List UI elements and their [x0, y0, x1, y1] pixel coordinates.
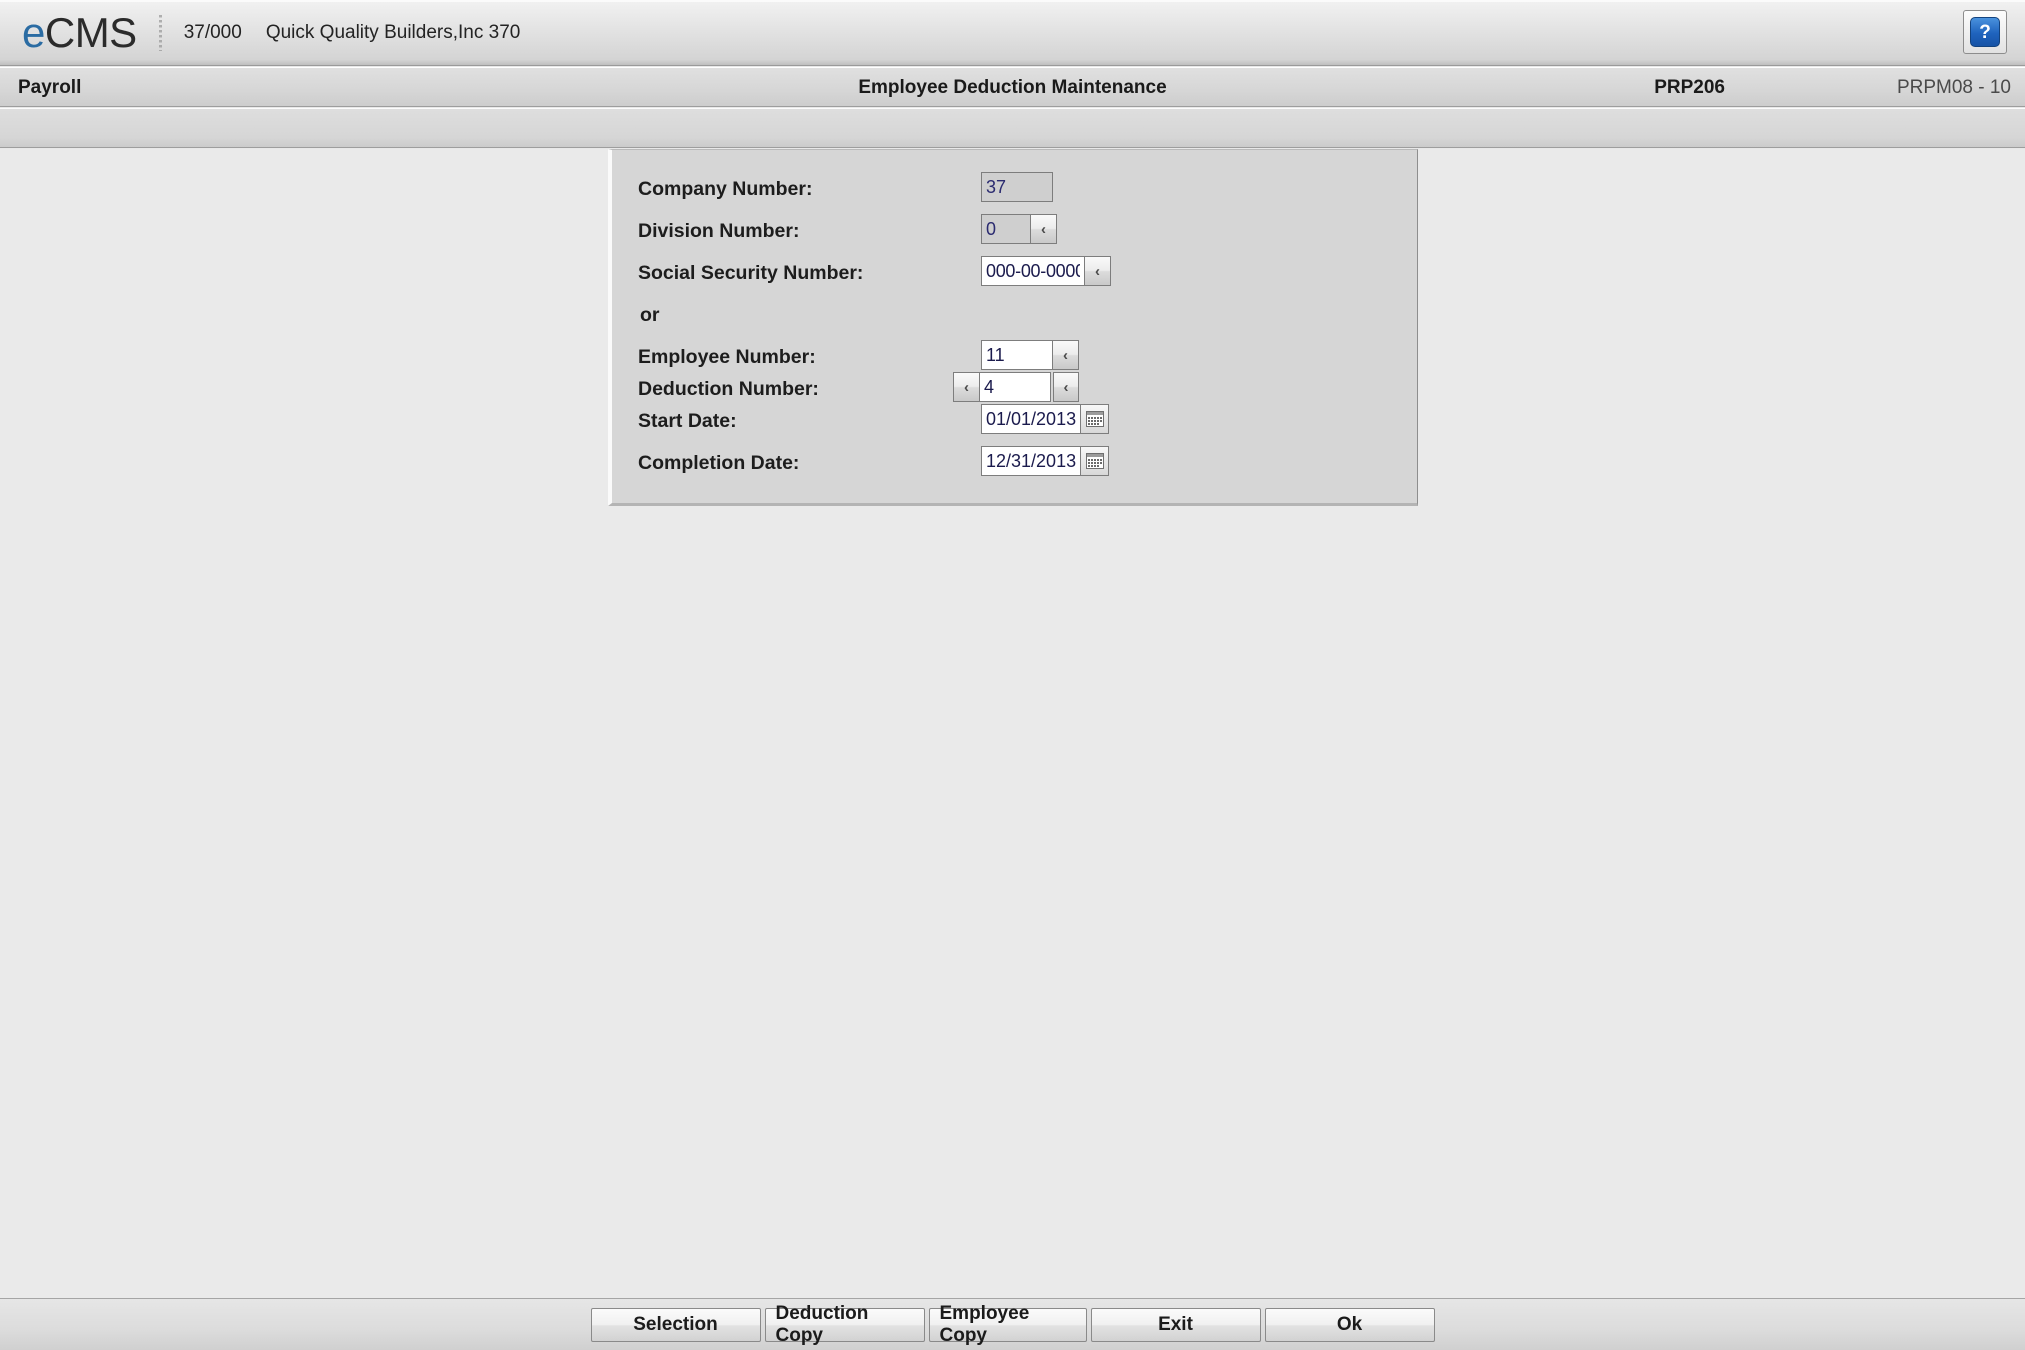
- calendar-icon-completion-date[interactable]: [1081, 446, 1109, 476]
- calendar-icon-start-date[interactable]: [1081, 404, 1109, 434]
- deduction-form-panel: Company Number:Division Number:‹Social S…: [608, 149, 1418, 506]
- title-bar: Payroll Employee Deduction Maintenance P…: [0, 67, 2025, 107]
- program-id: PRP206: [1654, 77, 1725, 98]
- logo-separator: [158, 14, 162, 51]
- control-group-division-number: ‹: [981, 214, 1057, 244]
- ok-button[interactable]: Ok: [1264, 1307, 1435, 1342]
- employee-copy-button[interactable]: Employee Copy: [928, 1303, 1087, 1346]
- form-row-company-number: Company Number:: [612, 170, 1417, 213]
- input-division-number: [981, 214, 1031, 244]
- help-button[interactable]: ?: [1963, 10, 2007, 54]
- selection-button[interactable]: Selection: [590, 1307, 761, 1342]
- exit-button[interactable]: Exit: [1090, 1307, 1261, 1342]
- label-completion-date: Completion Date:: [638, 452, 800, 474]
- company-name: Quick Quality Builders,Inc 370: [265, 21, 521, 43]
- deduction-copy-button[interactable]: Deduction Copy: [764, 1303, 925, 1346]
- lookup-icon-division-number[interactable]: ‹: [1031, 214, 1057, 244]
- ecms-logo: eCMS: [22, 8, 137, 56]
- input-completion-date[interactable]: [981, 446, 1081, 476]
- control-group-employee-number: ‹: [981, 340, 1079, 370]
- label-company-number: Company Number:: [638, 178, 813, 200]
- logo-text-cms: CMS: [44, 8, 137, 56]
- input-company-number: [981, 172, 1053, 202]
- label-deduction-number: Deduction Number:: [638, 378, 819, 400]
- prev-lookup-icon-deduction-number[interactable]: ‹: [953, 372, 979, 402]
- action-button-bar: Selection Deduction Copy Employee Copy E…: [0, 1298, 2025, 1350]
- form-field-list: Company Number:Division Number:‹Social S…: [612, 150, 1417, 503]
- input-deduction-number[interactable]: [979, 372, 1051, 402]
- logo-letter-e: e: [22, 8, 45, 56]
- input-social-security-number[interactable]: [981, 256, 1085, 286]
- form-row-social-security-number: Social Security Number: ‹: [612, 254, 1417, 297]
- label-employee-number: Employee Number:: [638, 346, 816, 368]
- label-start-date: Start Date:: [638, 410, 737, 432]
- screen-id: PRPM08 - 10: [1896, 77, 2011, 98]
- or-label: or: [640, 304, 660, 326]
- control-group-start-date: [981, 404, 1109, 434]
- brand-bar: eCMS 37/000 Quick Quality Builders,Inc 3…: [0, 0, 2025, 66]
- form-row-division-number: Division Number: ‹: [612, 212, 1417, 255]
- input-start-date[interactable]: [981, 404, 1081, 434]
- form-row-completion-date: Completion Date:: [612, 444, 1417, 487]
- lookup-icon-employee-number[interactable]: ‹: [1053, 340, 1079, 370]
- lookup-icon-social-security-number[interactable]: ‹: [1085, 256, 1111, 286]
- control-group-deduction-number: ‹‹: [953, 372, 1079, 402]
- control-group-social-security-number: ‹: [981, 256, 1111, 286]
- lookup-icon-deduction-number[interactable]: ‹: [1053, 372, 1079, 402]
- toolbar-strip: [0, 108, 2025, 148]
- control-group-company-number: [981, 172, 1053, 202]
- label-division-number: Division Number:: [638, 220, 800, 242]
- label-social-security-number: Social Security Number:: [638, 262, 864, 284]
- help-icon: ?: [1970, 17, 2000, 47]
- company-code: 37/000: [183, 21, 242, 43]
- form-row-start-date: Start Date:: [612, 402, 1417, 445]
- brand-bar-highlight: [0, 0, 2025, 2]
- or-separator-row: or: [612, 296, 1417, 339]
- control-group-completion-date: [981, 446, 1109, 476]
- input-employee-number[interactable]: [981, 340, 1053, 370]
